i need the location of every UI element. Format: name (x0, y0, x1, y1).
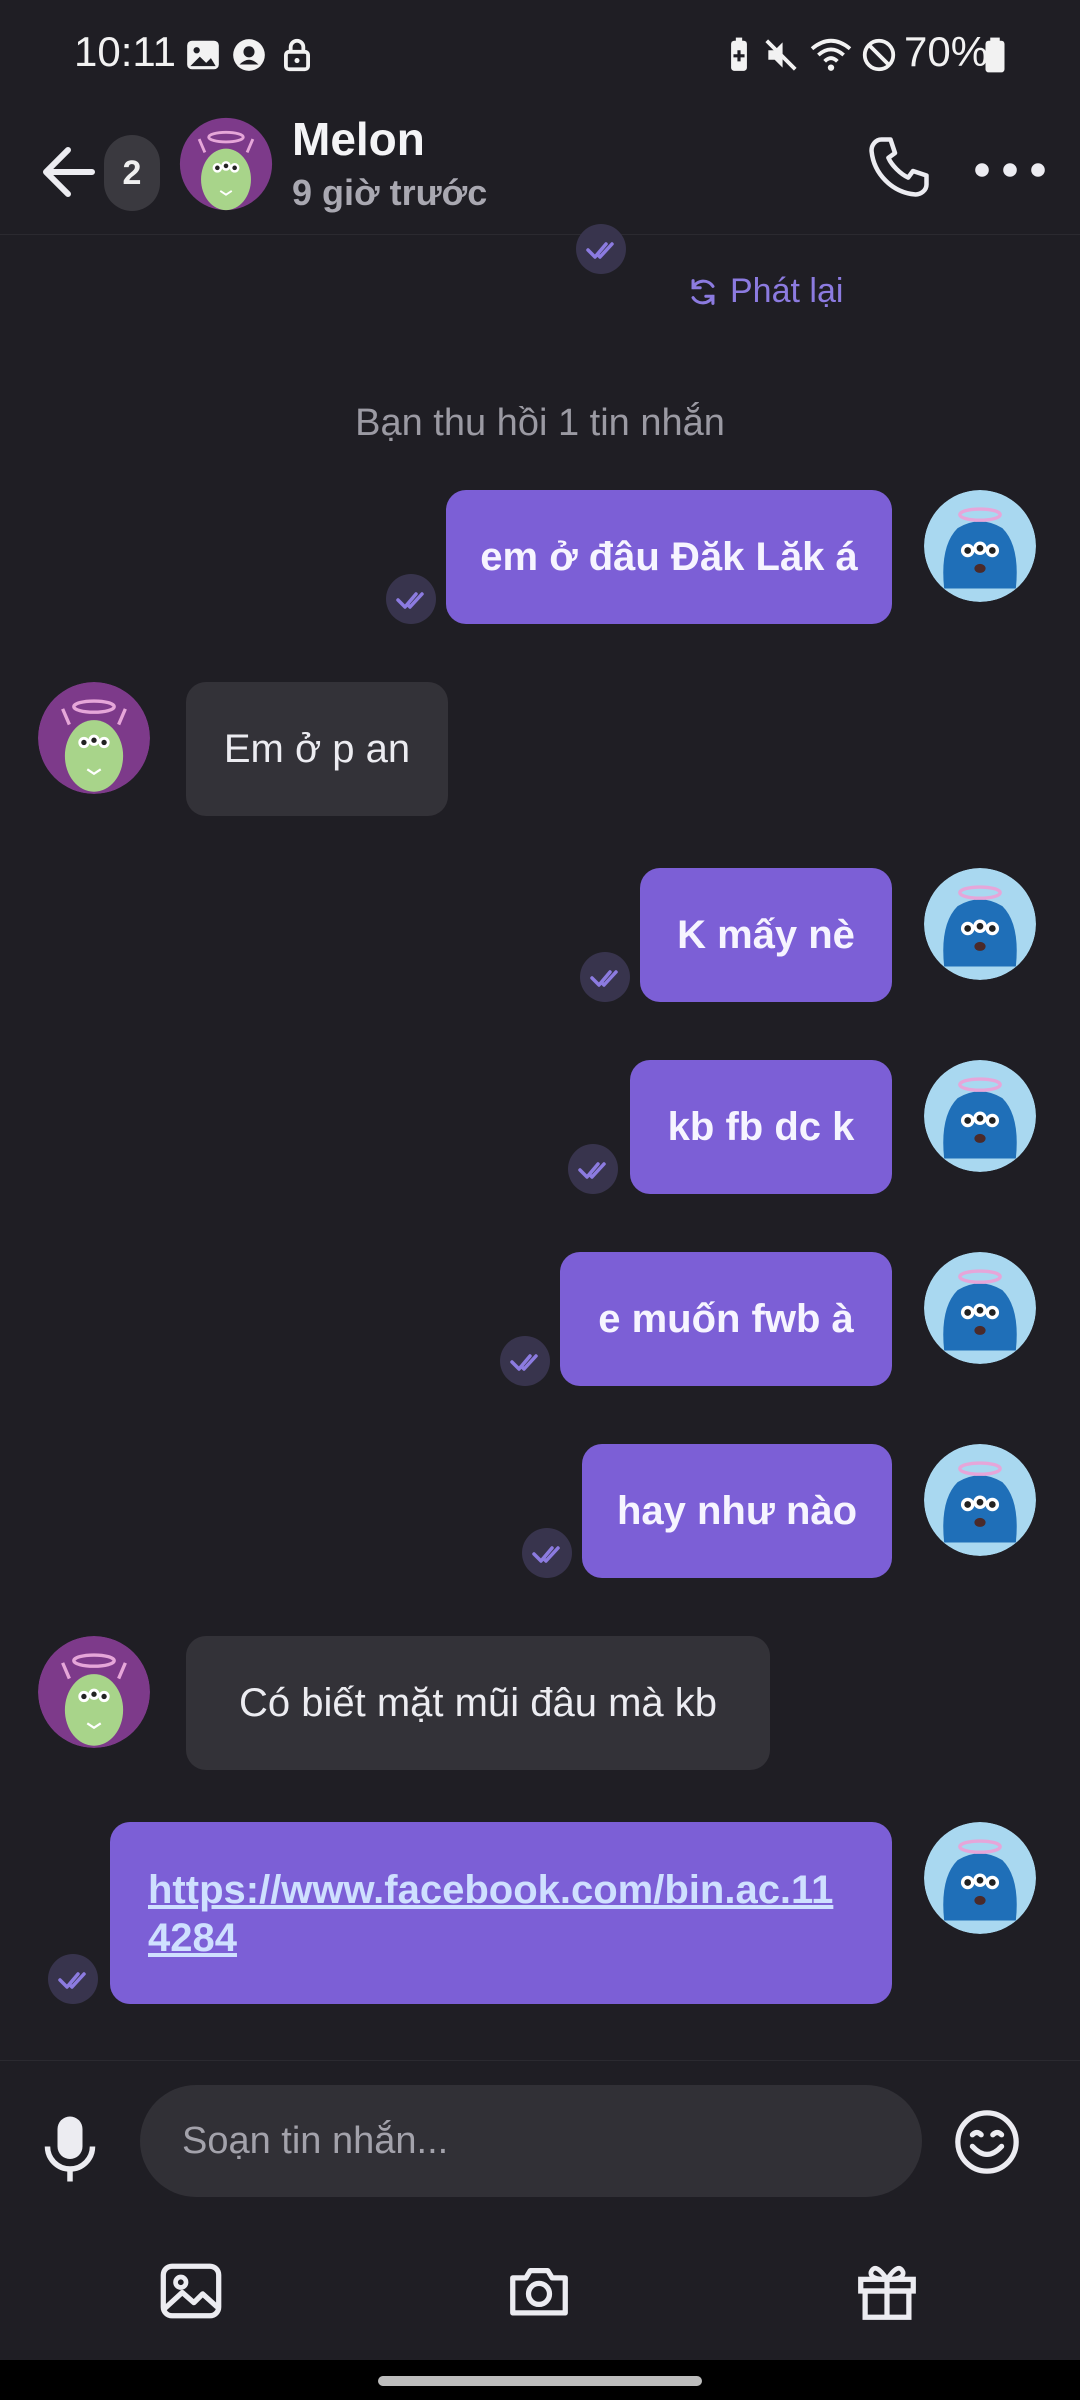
wifi-icon (810, 38, 852, 71)
do-not-disturb-icon (862, 38, 896, 72)
contact-last-seen: 9 giờ trước (292, 172, 488, 213)
message-link[interactable]: https://www.facebook.com/bin.ac.114284 (148, 1866, 854, 1962)
battery-percent: 70% (904, 28, 989, 75)
contact-avatar[interactable] (178, 116, 274, 212)
replay-icon (691, 278, 715, 305)
message-text: kb fb dc k (667, 1105, 855, 1149)
message-input[interactable] (140, 2085, 922, 2197)
microphone-icon[interactable] (40, 2111, 100, 2187)
contact-avatar[interactable] (38, 1636, 150, 1748)
contact-avatar[interactable] (38, 682, 150, 794)
outgoing-message-bubble[interactable]: hay như nào (582, 1444, 892, 1578)
seen-check-icon (568, 1144, 618, 1194)
emoji-icon[interactable] (952, 2107, 1022, 2177)
replay-label: Phát lại (730, 272, 844, 310)
my-avatar[interactable] (924, 1444, 1036, 1556)
seen-check-icon (522, 1528, 572, 1578)
image-icon[interactable] (156, 2256, 226, 2326)
seen-check-icon (500, 1336, 550, 1386)
mute-icon (765, 39, 797, 71)
system-nav-bar (0, 2360, 1080, 2400)
my-avatar[interactable] (924, 1060, 1036, 1172)
message-text: Em ở p an (223, 727, 411, 771)
my-avatar[interactable] (924, 1252, 1036, 1364)
seen-check-icon (48, 1954, 98, 2004)
message-text: e muốn fwb à (598, 1297, 854, 1341)
message-composer (0, 2060, 1080, 2220)
status-bar: 10:11 70% (0, 0, 1080, 110)
camera-icon[interactable] (504, 2256, 574, 2326)
incoming-message-bubble[interactable]: Em ở p an (186, 682, 448, 816)
battery-saver-icon (731, 37, 747, 71)
lock-icon (284, 38, 310, 72)
message-list[interactable]: Phát lại Bạn thu hồi 1 tin nhắn em ở đâu… (0, 224, 1080, 2060)
my-avatar[interactable] (924, 1822, 1036, 1934)
account-icon (233, 39, 265, 71)
contact-name[interactable]: Melon (292, 112, 425, 166)
gift-icon[interactable] (852, 2256, 922, 2326)
message-text: hay như nào (616, 1489, 858, 1533)
outgoing-message-bubble[interactable]: kb fb dc k (630, 1060, 892, 1194)
seen-check-icon (576, 224, 626, 274)
outgoing-message-bubble[interactable]: em ở đâu Đăk Lăk á (446, 490, 892, 624)
seen-check-icon (386, 574, 436, 624)
outgoing-message-bubble[interactable]: K mấy nè (640, 868, 892, 1002)
recall-notice: Bạn thu hồi 1 tin nhắn (355, 402, 725, 444)
replay-link[interactable]: Phát lại (686, 272, 843, 311)
arrow-left-icon[interactable] (40, 130, 100, 214)
phone-icon[interactable] (862, 128, 934, 208)
status-time: 10:11 (74, 28, 176, 75)
outgoing-link-bubble[interactable]: https://www.facebook.com/bin.ac.114284 (110, 1822, 892, 2004)
attachment-toolbar (0, 2220, 1080, 2360)
incoming-message-bubble[interactable]: Có biết mặt mũi đâu mà kb (186, 1636, 770, 1770)
home-gesture-bar[interactable] (378, 2376, 702, 2386)
my-avatar[interactable] (924, 868, 1036, 980)
gallery-icon (187, 40, 219, 70)
outgoing-message-bubble[interactable]: e muốn fwb à (560, 1252, 892, 1386)
more-dots-icon[interactable] (972, 140, 1048, 200)
unread-count-badge[interactable]: 2 (104, 135, 160, 211)
message-text: em ở đâu Đăk Lăk á (480, 535, 858, 579)
message-text: K mấy nè (677, 913, 855, 957)
message-text: Có biết mặt mũi đâu mà kb (239, 1681, 717, 1725)
my-avatar[interactable] (924, 490, 1036, 602)
battery-icon (985, 37, 1005, 73)
chat-header: 2 Melon 9 giờ trước (0, 110, 1080, 235)
seen-check-icon (580, 952, 630, 1002)
